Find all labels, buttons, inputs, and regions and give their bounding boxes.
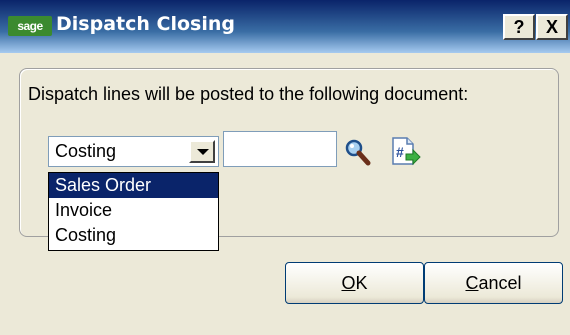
- help-button[interactable]: ?: [503, 14, 535, 40]
- chevron-down-icon[interactable]: [189, 140, 215, 163]
- description-label: Dispatch lines will be posted to the fol…: [28, 84, 469, 104]
- svg-text:#: #: [396, 144, 404, 160]
- option-invoice[interactable]: Invoice: [49, 198, 218, 223]
- ok-mnemonic: O: [341, 273, 356, 293]
- document-hash-arrow-icon[interactable]: #: [389, 136, 421, 168]
- cancel-mnemonic: C: [465, 273, 479, 293]
- document-type-value: Costing: [55, 141, 117, 161]
- magnifier-lookup-icon[interactable]: [343, 138, 371, 166]
- sage-logo: sage: [8, 16, 52, 36]
- cancel-label-rest: ancel: [478, 273, 522, 293]
- close-button[interactable]: X: [536, 14, 568, 40]
- ok-button[interactable]: OK: [285, 262, 424, 304]
- document-code-field[interactable]: [223, 131, 337, 167]
- document-type-dropdown-list[interactable]: Sales Order Invoice Costing: [48, 172, 219, 251]
- document-type-combo[interactable]: Costing: [48, 136, 219, 167]
- title-bar[interactable]: sage Dispatch Closing ? X: [0, 0, 570, 53]
- option-costing[interactable]: Costing: [49, 223, 218, 248]
- window-title: Dispatch Closing: [56, 13, 235, 35]
- dispatch-closing-window: sage Dispatch Closing ? X Dispatch lines…: [0, 0, 570, 335]
- ok-label-rest: K: [355, 273, 368, 293]
- cancel-button[interactable]: Cancel: [424, 262, 563, 304]
- option-sales-order[interactable]: Sales Order: [49, 173, 218, 198]
